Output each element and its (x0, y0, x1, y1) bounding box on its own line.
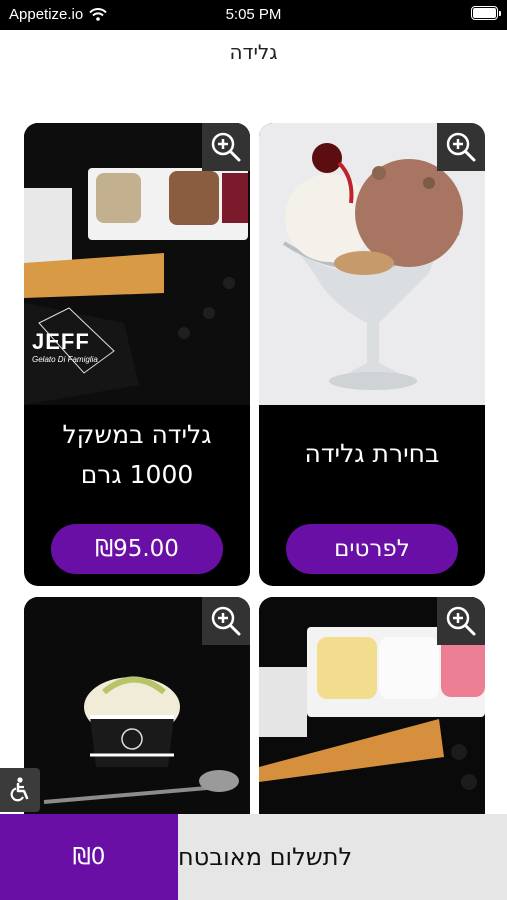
product-card[interactable] (259, 597, 485, 814)
price-button[interactable]: ₪95.00 (51, 524, 223, 574)
brand-name: JEFF (32, 329, 90, 354)
secure-checkout-button[interactable]: לתשלום מאובטח (178, 814, 507, 900)
status-bar: Appetize.io 5:05 PM (0, 0, 507, 30)
zoom-button[interactable] (437, 123, 485, 171)
zoom-button[interactable] (437, 597, 485, 645)
cart-total-button[interactable]: ₪0 (0, 814, 178, 900)
product-name: גלידה במשקל 1000 גרם (62, 420, 212, 489)
brand-tagline: Gelato Di Famiglia (32, 355, 98, 364)
zoom-in-icon (211, 606, 241, 636)
accessibility-icon (10, 777, 29, 802)
accessibility-button[interactable] (0, 768, 40, 812)
product-name: בחירת גלידה (304, 439, 440, 468)
zoom-in-icon (446, 606, 476, 636)
product-card[interactable]: בחירת גלידה לפרטים (259, 123, 485, 586)
zoom-button[interactable] (202, 597, 250, 645)
product-card[interactable] (24, 597, 250, 814)
brand-logo: JEFF Gelato Di Famiglia (32, 329, 98, 364)
status-time: 5:05 PM (225, 6, 282, 23)
product-card[interactable]: JEFF Gelato Di Famiglia גלידה במשקל 1000… (24, 123, 250, 586)
page-title: גלידה (229, 40, 278, 64)
zoom-button[interactable] (202, 123, 250, 171)
battery-icon (471, 6, 501, 20)
details-button[interactable]: לפרטים (286, 524, 458, 574)
bottom-bar: ₪0 לתשלום מאובטח (0, 814, 507, 900)
zoom-in-icon (446, 132, 476, 162)
zoom-in-icon (211, 132, 241, 162)
